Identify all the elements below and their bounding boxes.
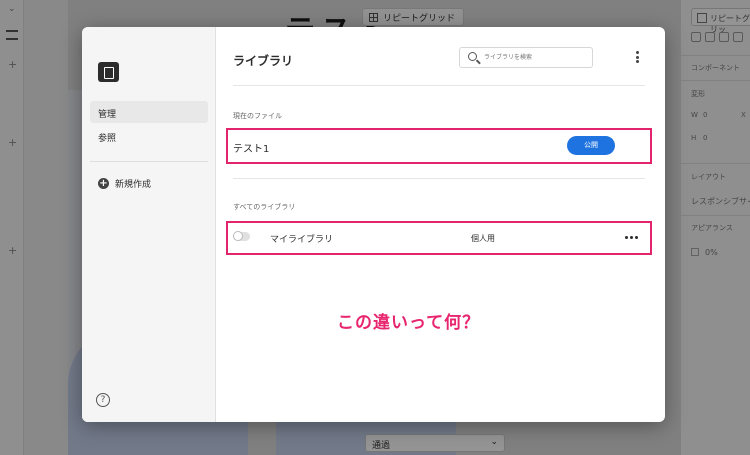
annotation-text: この違いって何？ — [337, 313, 481, 333]
sidebar-item-browse[interactable]: 参照 — [90, 125, 208, 147]
search-input[interactable] — [484, 51, 588, 64]
highlight-current-file — [226, 128, 652, 164]
sidebar-divider — [90, 161, 208, 162]
more-options-icon[interactable] — [634, 51, 640, 65]
library-logo-icon — [98, 62, 119, 82]
search-icon — [468, 52, 477, 61]
library-sidebar: 管理 参照 + 新規作成 ? — [82, 27, 216, 422]
all-libraries-section-label: すべてのライブラリ — [233, 203, 296, 211]
plus-circle-icon: + — [98, 178, 109, 189]
sidebar-item-manage[interactable]: 管理 — [90, 101, 208, 123]
dialog-title: ライブラリ — [233, 54, 294, 68]
section-divider — [233, 178, 645, 179]
help-icon[interactable]: ? — [96, 393, 110, 407]
create-new-button[interactable]: + 新規作成 — [98, 177, 151, 190]
current-file-section-label: 現在のファイル — [233, 112, 282, 120]
highlight-library-row — [226, 221, 652, 255]
library-search[interactable] — [459, 47, 593, 68]
header-divider — [233, 85, 645, 86]
